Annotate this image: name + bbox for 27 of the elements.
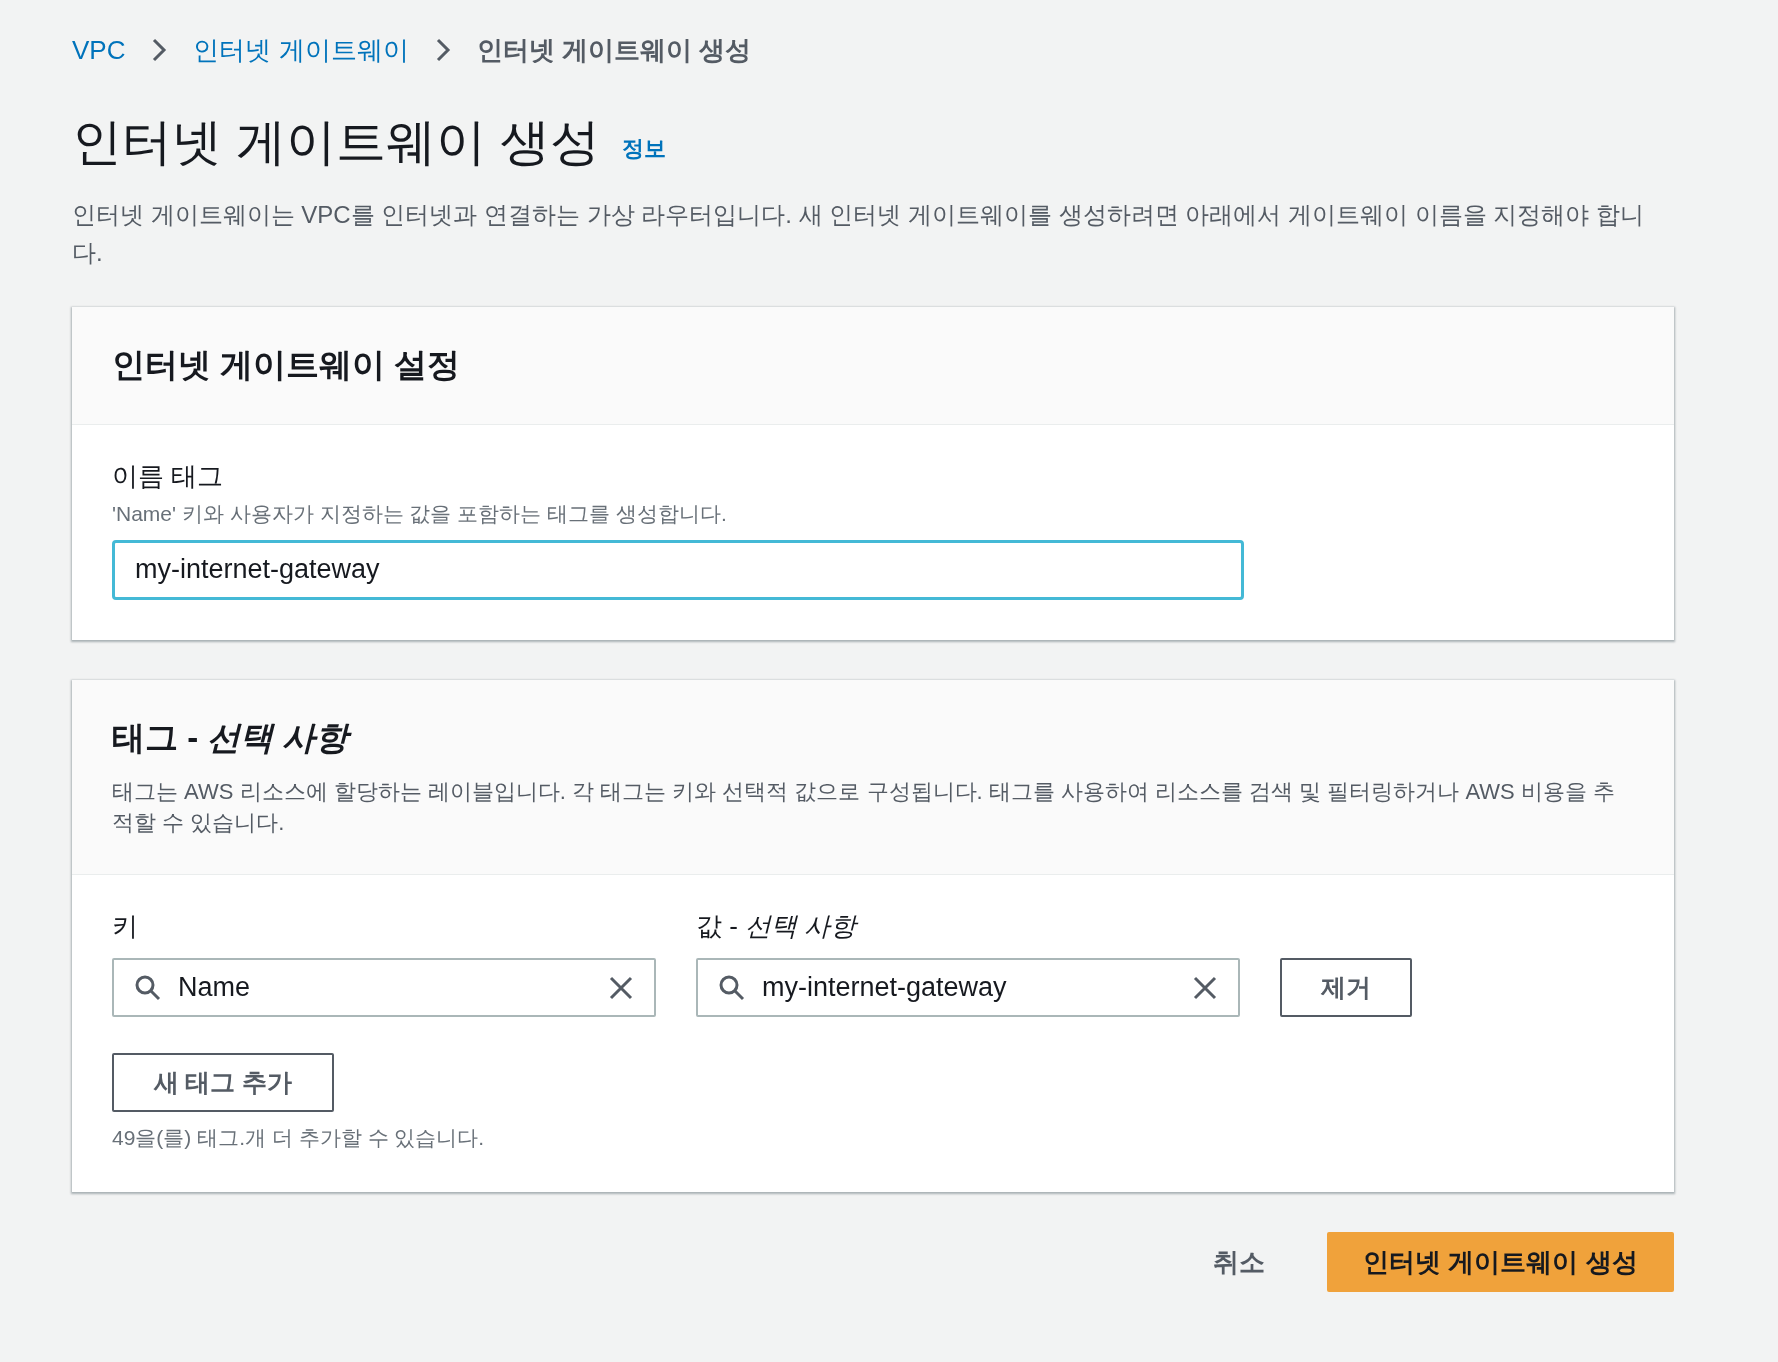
value-label: 값 - 선택 사항 [696,910,860,944]
clear-icon[interactable] [608,974,634,1001]
key-label: 키 [112,910,139,944]
search-icon [718,973,746,1002]
name-tag-input[interactable]: my-internet-gateway [112,539,1244,600]
tag-limit-note: 49을(를) 태그.개 더 추가할 수 있습니다. [112,1125,486,1152]
add-tag-button[interactable]: 새 태그 추가 [112,1053,334,1113]
page-description: 인터넷 게이트웨이는 VPC를 인터넷과 연결하는 가상 라우터입니다. 새 인터넷 게이트웨이를 생성하려면 아래에서 게이트웨이 이름을 지정해야 합니다. [72,200,1646,269]
create-button[interactable]: 인터넷 게이트웨이 생성 [1327,1232,1674,1293]
field-label: 이름 태그 [112,459,225,493]
panel-title: 인터넷 게이트웨이 설정 [112,344,462,385]
value-field[interactable]: my-internet-gateway [696,958,1240,1018]
search-icon [134,973,162,1002]
panel-description: 태그는 AWS 리소스에 할당하는 레이블입니다. 각 태그는 키와 선택적 값으로 구성됩니다. 태그를 사용하여 리소스를 검색 및 필터링하거나 AWS 비용을 추적할 수 있습니다. [112,777,1616,837]
key-field[interactable]: Name [112,958,656,1018]
panel-title: 태그 - 선택 사항 [112,715,1634,761]
page-title: 인터넷 게이트웨이 생성 [72,113,600,172]
info-link[interactable]: 정보 [621,134,666,164]
breadcrumb-current: 인터넷 게이트웨이 생성 [476,33,752,67]
chevron-right-icon [151,37,168,63]
clear-icon[interactable] [1192,974,1218,1001]
field-hint: 'Name' 키와 사용자가 지정하는 값을 포함하는 태그를 생성합니다. [112,500,728,527]
chevron-right-icon [434,37,451,63]
cancel-button[interactable]: 취소 [1193,1234,1285,1290]
breadcrumb-link[interactable]: 인터넷 게이트웨이 [193,32,409,68]
remove-button[interactable]: 제거 [1280,958,1412,1018]
breadcrumb-link[interactable]: VPC [72,34,126,66]
